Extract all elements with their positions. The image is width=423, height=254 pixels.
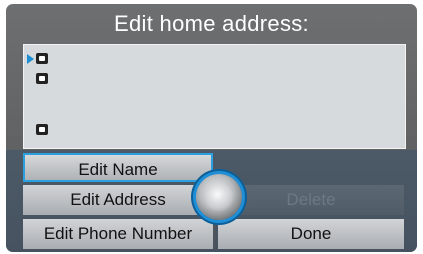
edit-phone-number-button[interactable]: Edit Phone Number	[23, 219, 213, 249]
done-button[interactable]: Done	[218, 219, 404, 249]
selector-knob-icon[interactable]	[196, 174, 242, 220]
address-card	[23, 44, 406, 149]
divider	[214, 225, 215, 247]
home-icon[interactable]	[36, 73, 48, 84]
nav-screen: Edit home address: Edit Name Edit Addres…	[6, 4, 417, 252]
page-title: Edit home address:	[114, 11, 309, 36]
edit-name-button[interactable]: Edit Name	[23, 153, 213, 182]
delete-button[interactable]: Delete	[218, 185, 404, 215]
edit-address-button[interactable]: Edit Address	[23, 185, 213, 215]
cursor-arrow-icon	[27, 54, 34, 64]
contact-card-icon[interactable]	[36, 53, 48, 64]
phone-icon[interactable]	[36, 124, 48, 135]
